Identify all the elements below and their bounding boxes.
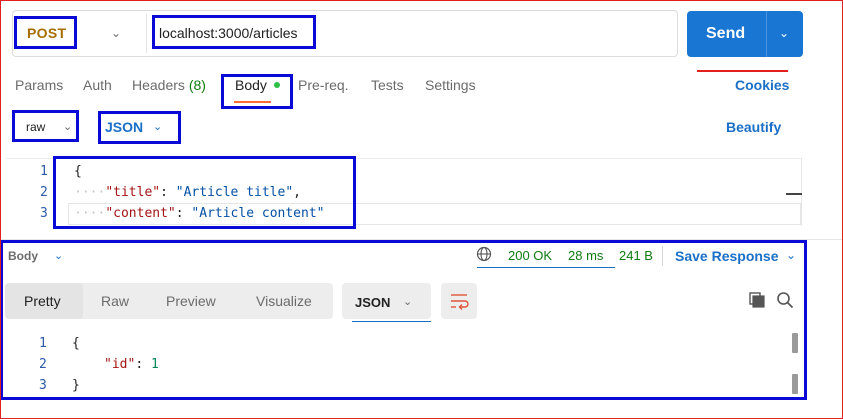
response-scrollbar[interactable] [792, 333, 798, 353]
view-tab-raw[interactable]: Raw [101, 293, 129, 309]
headers-count: (8) [188, 77, 206, 93]
response-divider[interactable] [0, 239, 843, 240]
body-mode-select[interactable]: raw [26, 120, 45, 134]
json-key: "content" [105, 206, 176, 221]
copy-icon[interactable] [748, 291, 766, 309]
url-divider [146, 14, 147, 53]
line-number: 3 [40, 206, 48, 221]
view-tab-pretty[interactable]: Pretty [24, 293, 61, 309]
globe-icon[interactable] [476, 246, 492, 262]
beautify-link[interactable]: Beautify [726, 119, 781, 135]
line-number: 2 [40, 185, 48, 200]
send-button-label[interactable]: Send [706, 25, 745, 43]
save-response-button[interactable]: Save Response [675, 248, 779, 264]
response-time[interactable]: 28 ms [568, 248, 603, 263]
response-scrollbar[interactable] [792, 374, 798, 394]
code-line: } [72, 378, 80, 393]
tab-body[interactable]: Body [235, 77, 267, 93]
json-value: "Article content" [191, 206, 325, 221]
line-number: 1 [40, 164, 48, 179]
whitespace-dots: ···· [74, 185, 106, 200]
response-status[interactable]: 200 OK [508, 248, 552, 263]
editor-scrollbar[interactable] [786, 193, 802, 195]
tab-params[interactable]: Params [15, 77, 63, 93]
json-value: 1 [150, 357, 159, 372]
body-indicator-dot [274, 82, 280, 88]
annotation-line [697, 70, 788, 72]
tab-settings[interactable]: Settings [425, 77, 476, 93]
wrap-lines-button[interactable] [441, 283, 477, 319]
tab-pre-request[interactable]: Pre-req. [298, 77, 349, 93]
tab-headers[interactable]: Headers (8) [132, 77, 206, 93]
json-separator: : [160, 185, 176, 200]
wrap-lines-icon [451, 294, 469, 310]
format-underline [352, 321, 431, 322]
code-line: ····"content": "Article content" [74, 206, 324, 221]
json-key: "id" [104, 357, 136, 372]
chevron-down-icon[interactable]: ⌄ [63, 120, 72, 133]
cookies-link[interactable]: Cookies [735, 77, 789, 93]
code-line: { [74, 164, 82, 179]
view-tab-preview[interactable]: Preview [166, 293, 216, 309]
code-line: ····"title": "Article title", [74, 185, 301, 200]
tab-auth[interactable]: Auth [83, 77, 112, 93]
code-line: { [72, 336, 80, 351]
active-tab-underline [234, 101, 271, 103]
json-comma: , [293, 185, 301, 200]
url-input[interactable]: localhost:3000/articles [159, 25, 298, 41]
json-separator: : [175, 206, 192, 221]
status-underline [477, 267, 615, 268]
body-language-select[interactable]: JSON [105, 119, 143, 135]
line-number: 1 [39, 336, 47, 351]
chevron-down-icon[interactable]: ⌄ [403, 295, 412, 308]
json-value: "Article title" [175, 185, 294, 200]
search-icon[interactable] [776, 291, 794, 309]
line-number: 2 [39, 357, 47, 372]
view-tab-visualize[interactable]: Visualize [256, 293, 312, 309]
json-key: "title" [105, 185, 161, 200]
response-format-label[interactable]: JSON [355, 295, 390, 310]
response-body-title[interactable]: Body [8, 249, 38, 263]
chevron-down-icon[interactable]: ⌄ [779, 26, 789, 40]
response-size[interactable]: 241 B [619, 248, 653, 263]
line-number: 3 [39, 378, 47, 393]
tab-tests[interactable]: Tests [371, 77, 404, 93]
highlight-box [0, 240, 807, 400]
chevron-down-icon[interactable]: ⌄ [786, 248, 796, 262]
chevron-down-icon[interactable]: ⌄ [111, 26, 121, 40]
json-separator: : [135, 357, 151, 372]
code-line: "id": 1 [104, 357, 159, 372]
send-divider [766, 11, 767, 57]
editor-border [801, 158, 802, 226]
tab-headers-label: Headers [132, 77, 185, 93]
status-divider [662, 246, 663, 266]
chevron-down-icon[interactable]: ⌄ [54, 249, 63, 262]
method-select[interactable]: POST [27, 25, 66, 41]
whitespace-dots: ···· [74, 206, 106, 221]
chevron-down-icon[interactable]: ⌄ [153, 120, 162, 133]
